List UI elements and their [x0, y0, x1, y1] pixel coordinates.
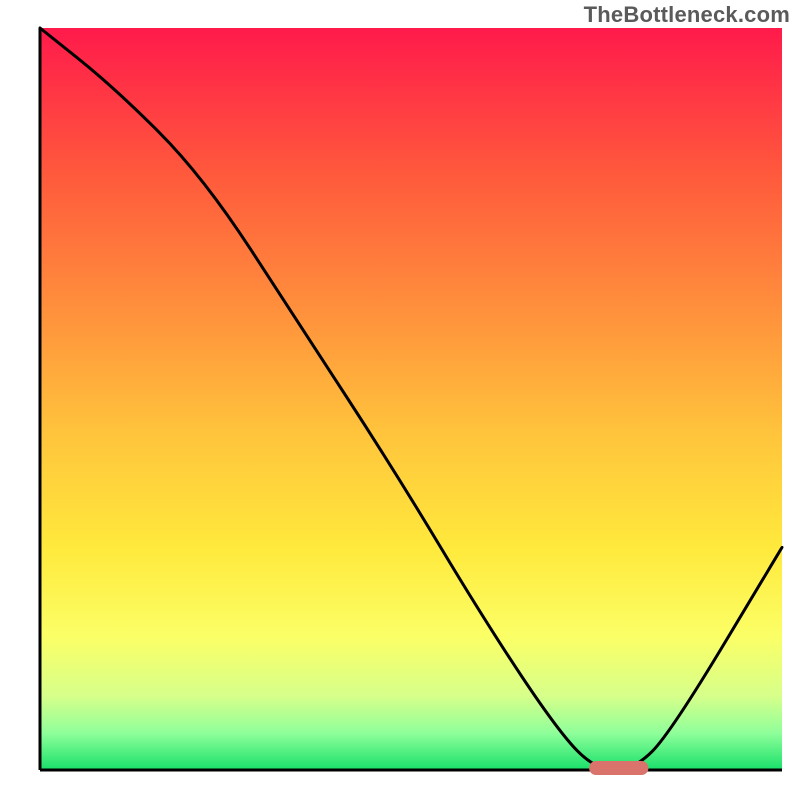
plot-background — [40, 28, 782, 770]
optimal-range-marker — [589, 761, 648, 775]
chart-svg — [0, 0, 800, 800]
watermark-text: TheBottleneck.com — [584, 2, 790, 28]
bottleneck-chart: TheBottleneck.com — [0, 0, 800, 800]
